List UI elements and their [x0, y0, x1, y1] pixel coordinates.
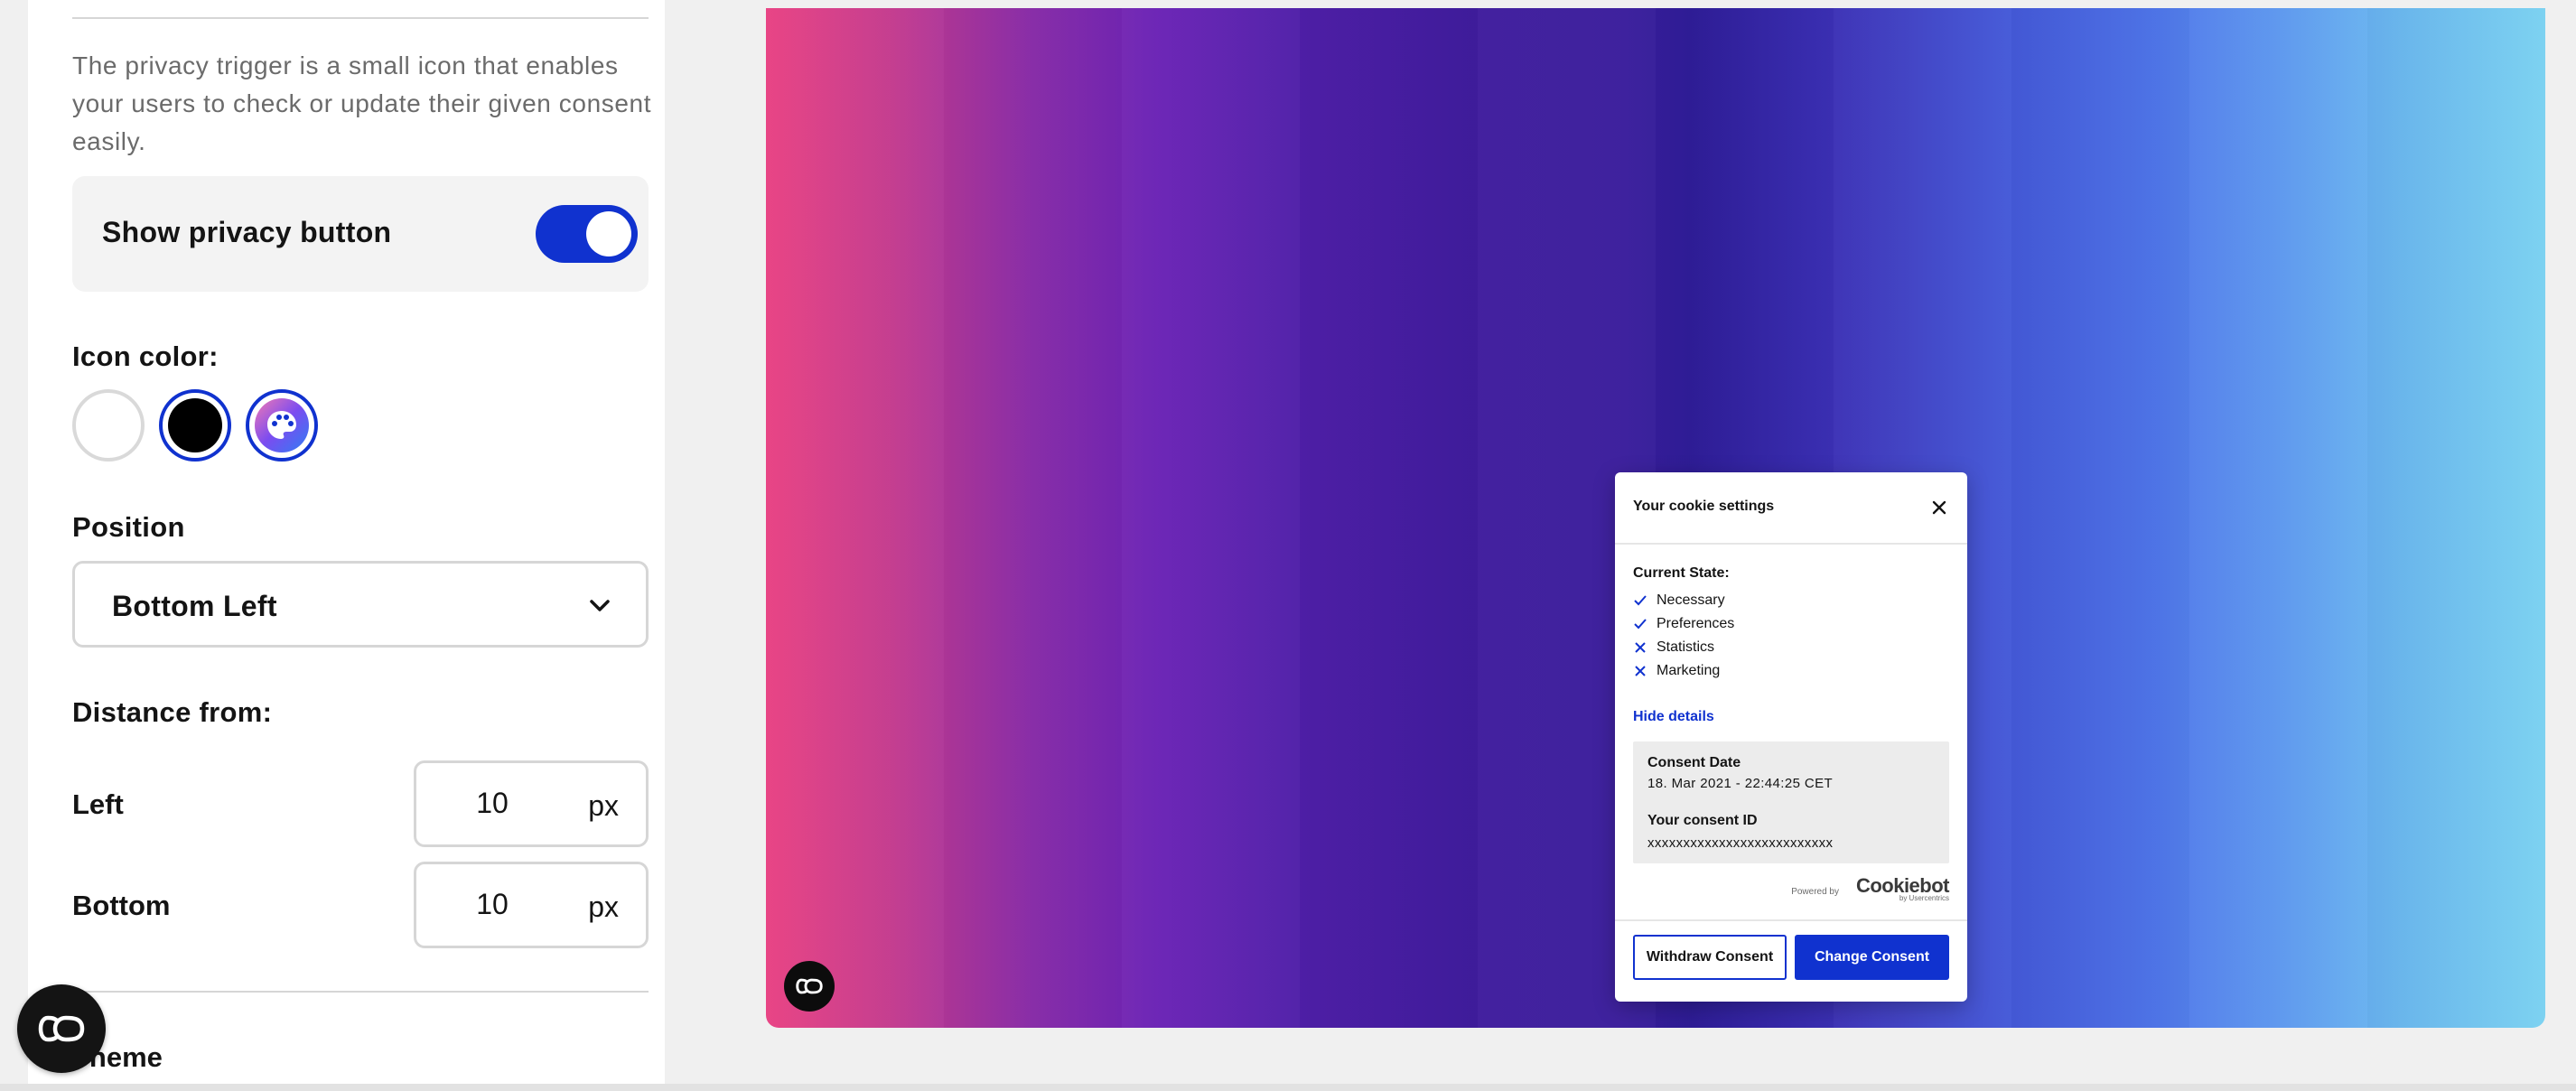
state-label: Marketing — [1657, 663, 1721, 678]
consent-id-label: Your consent ID — [1647, 813, 1758, 828]
cross-icon — [1635, 642, 1646, 653]
distance-title: Distance from: — [72, 696, 273, 728]
check-icon — [1634, 619, 1647, 629]
distance-bottom-input[interactable] — [438, 888, 546, 921]
privacy-trigger-description: The privacy trigger is a small icon that… — [72, 51, 652, 155]
check-icon — [1634, 595, 1647, 606]
position-select[interactable]: Bottom Left — [72, 561, 649, 648]
divider — [72, 991, 649, 993]
current-state-title: Current State: — [1633, 565, 1730, 581]
icon-color-white-swatch[interactable] — [72, 389, 145, 462]
privacy-trigger-button[interactable] — [17, 984, 106, 1073]
distance-left-input[interactable] — [438, 787, 546, 820]
black-fill — [168, 398, 222, 452]
withdraw-consent-button[interactable]: Withdraw Consent — [1633, 935, 1787, 980]
cookiebot-logo-sub: by Usercentrics — [1899, 894, 1949, 902]
icon-color-title: Icon color: — [72, 340, 219, 372]
cookiebot-trigger-icon — [38, 1015, 85, 1042]
popup-title: Your cookie settings — [1633, 499, 1775, 514]
icon-color-custom-swatch[interactable] — [246, 389, 318, 462]
powered-by-text: Powered by — [1791, 887, 1839, 897]
close-icon[interactable] — [1931, 499, 1947, 516]
consent-details: Consent Date 18. Mar 2021 - 22:44:25 CET… — [1633, 741, 1949, 863]
cookiebot-trigger-icon — [796, 978, 823, 994]
distance-left-label: Left — [72, 788, 124, 820]
distance-left-unit: px — [588, 789, 619, 822]
consent-date-value: 18. Mar 2021 - 22:44:25 CET — [1647, 776, 1834, 791]
position-select-value: Bottom Left — [112, 590, 277, 622]
chevron-down-icon — [590, 600, 610, 611]
consent-date-label: Consent Date — [1647, 755, 1741, 770]
divider — [1615, 919, 1967, 921]
divider — [72, 17, 649, 19]
preview-privacy-trigger[interactable] — [784, 961, 835, 1012]
distance-bottom-unit: px — [588, 891, 619, 923]
window-bottom-edge — [0, 1084, 2576, 1091]
palette-icon — [267, 411, 296, 439]
settings-panel: The privacy trigger is a small icon that… — [28, 0, 665, 1091]
consent-id-value: xxxxxxxxxxxxxxxxxxxxxxxxxx — [1647, 835, 1834, 851]
distance-bottom-label: Bottom — [72, 890, 171, 921]
cross-icon — [1635, 666, 1646, 676]
popup-header: Your cookie settings — [1615, 472, 1967, 545]
hide-details-link[interactable]: Hide details — [1633, 709, 1714, 725]
distance-left-field[interactable]: px — [414, 760, 649, 847]
state-label: Necessary — [1657, 592, 1725, 608]
cookie-settings-popup: Your cookie settings Current State: Nece… — [1615, 472, 1967, 1002]
toggle-knob — [586, 211, 631, 256]
show-privacy-button-label: Show privacy button — [102, 216, 392, 248]
change-consent-button[interactable]: Change Consent — [1795, 935, 1949, 980]
show-privacy-button-toggle[interactable] — [536, 205, 638, 263]
show-privacy-button-card: Show privacy button — [72, 176, 649, 292]
icon-color-black-swatch[interactable] — [159, 389, 231, 462]
state-label: Statistics — [1657, 639, 1715, 655]
distance-bottom-field[interactable]: px — [414, 862, 649, 948]
state-label: Preferences — [1657, 616, 1735, 631]
position-title: Position — [72, 511, 185, 543]
powered-by-cookiebot: Powered by Cookiebot by Usercentrics — [1769, 874, 1949, 903]
website-preview: Your cookie settings Current State: Nece… — [766, 8, 2545, 1028]
